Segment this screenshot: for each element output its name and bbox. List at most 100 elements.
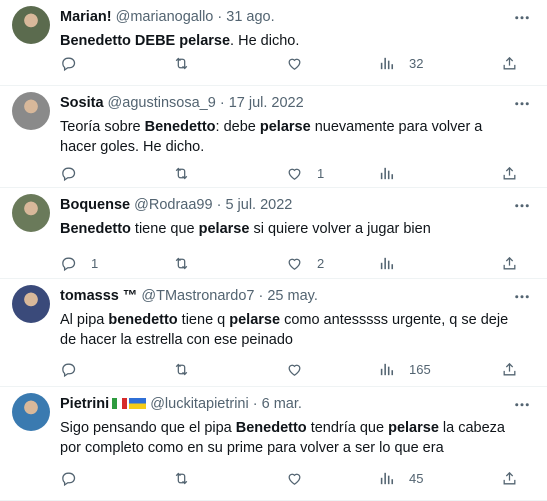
reply-button[interactable]	[60, 469, 91, 487]
separator-dot: ·	[252, 396, 258, 412]
like-icon	[286, 165, 303, 182]
views-count: 165	[409, 361, 431, 377]
retweet-icon	[173, 165, 190, 182]
tweet-date[interactable]: 6 mar.	[262, 396, 302, 412]
tweet-date[interactable]: 5 jul. 2022	[225, 197, 292, 213]
tweet-text-segment: pelarse	[229, 312, 281, 328]
reply-button[interactable]	[60, 54, 91, 72]
views-count: 45	[409, 470, 424, 486]
like-icon	[286, 255, 303, 272]
views-button[interactable]	[378, 164, 409, 182]
views-button[interactable]	[378, 254, 409, 272]
tweet-text-segment: si quiere volver a jugar bien	[249, 221, 431, 237]
views-button[interactable]: 32	[378, 54, 423, 72]
tweet-text-segment: tiene q	[177, 312, 230, 328]
avatar[interactable]	[12, 194, 50, 232]
share-button[interactable]	[501, 54, 518, 72]
author-name[interactable]: Pietrini	[60, 396, 109, 412]
share-icon	[501, 55, 518, 72]
tweet-text-segment: Benedetto	[235, 420, 307, 436]
like-icon	[286, 55, 303, 72]
views-icon	[378, 255, 395, 272]
more-icon[interactable]	[513, 395, 531, 409]
tweet[interactable]: Boquense @Rodraa99 · 5 jul. 2022 Benedett…	[0, 188, 547, 279]
author-handle[interactable]: @Rodraa99	[134, 197, 212, 213]
italy-flag-icon	[112, 396, 128, 409]
avatar[interactable]	[12, 285, 50, 323]
share-icon	[501, 470, 518, 487]
retweet-button[interactable]	[173, 360, 204, 378]
tweet-text-segment: tendría que	[306, 420, 389, 436]
tweet-text: Sigo pensando que el pipa Benedetto tend…	[60, 418, 520, 458]
retweet-button[interactable]	[173, 254, 204, 272]
tweet-date[interactable]: 31 ago.	[226, 9, 274, 25]
reply-icon	[60, 55, 77, 72]
views-button[interactable]: 165	[378, 360, 431, 378]
views-icon	[378, 470, 395, 487]
tweet[interactable]: Pietrini @luckitapietrini · 6 mar. Sigo p…	[0, 387, 547, 501]
tweet-header: Pietrini @luckitapietrini · 6 mar.	[60, 395, 302, 413]
author-name[interactable]: Sosita	[60, 95, 104, 111]
reply-button[interactable]: 1	[60, 254, 98, 272]
like-button[interactable]	[286, 54, 317, 72]
tweet-date[interactable]: 17 jul. 2022	[229, 95, 304, 111]
like-count: 2	[317, 255, 325, 271]
views-count: 32	[409, 55, 424, 71]
like-count: 1	[317, 165, 325, 181]
reply-icon	[60, 165, 77, 182]
views-icon	[378, 55, 395, 72]
avatar[interactable]	[12, 92, 50, 130]
share-button[interactable]	[501, 254, 518, 272]
tweet-text-segment: tiene que	[130, 221, 199, 237]
tweet[interactable]: Sosita @agustinsosa_9 · 17 jul. 2022 Teor…	[0, 86, 547, 188]
tweet-text-segment: pelarse	[179, 33, 231, 49]
retweet-button[interactable]	[173, 469, 204, 487]
reply-button[interactable]	[60, 164, 91, 182]
like-button[interactable]: 1	[286, 164, 324, 182]
tweet-text-segment: DEBE	[130, 33, 180, 49]
action-bar: 165	[60, 360, 530, 378]
tweet-header: Marian! @marianogallo · 31 ago.	[60, 8, 275, 26]
author-handle[interactable]: @TMastronardo7	[141, 288, 254, 304]
share-button[interactable]	[501, 360, 518, 378]
like-button[interactable]	[286, 360, 317, 378]
share-icon	[501, 165, 518, 182]
reply-button[interactable]	[60, 360, 91, 378]
tweet-header: Sosita @agustinsosa_9 · 17 jul. 2022	[60, 94, 304, 112]
views-icon	[378, 361, 395, 378]
author-handle[interactable]: @marianogallo	[116, 9, 214, 25]
views-icon	[378, 165, 395, 182]
tweet-date[interactable]: 25 may.	[267, 288, 318, 304]
tweet[interactable]: Marian! @marianogallo · 31 ago. Benedetto…	[0, 0, 547, 86]
tweet-text: Teoría sobre Benedetto: debe pelarse nue…	[60, 117, 520, 157]
more-icon[interactable]	[513, 94, 531, 108]
retweet-button[interactable]	[173, 54, 204, 72]
like-button[interactable]	[286, 469, 317, 487]
more-icon[interactable]	[513, 287, 531, 301]
more-icon[interactable]	[513, 196, 531, 210]
reply-icon	[60, 470, 77, 487]
views-button[interactable]: 45	[378, 469, 423, 487]
tweet-text-segment: pelarse	[259, 119, 311, 135]
share-button[interactable]	[501, 164, 518, 182]
more-icon[interactable]	[513, 8, 531, 22]
author-name[interactable]: Boquense	[60, 197, 130, 213]
author-name[interactable]: Marian!	[60, 9, 112, 25]
avatar[interactable]	[12, 393, 50, 431]
like-button[interactable]: 2	[286, 254, 324, 272]
tweet-text-segment: Benedetto	[60, 221, 131, 237]
share-button[interactable]	[501, 469, 518, 487]
author-handle[interactable]: @agustinsosa_9	[108, 95, 216, 111]
reply-icon	[60, 361, 77, 378]
retweet-button[interactable]	[173, 164, 204, 182]
tweet-text-segment: . He dicho.	[230, 33, 300, 49]
avatar[interactable]	[12, 6, 50, 44]
retweet-icon	[173, 55, 190, 72]
action-bar: 32	[60, 54, 530, 72]
author-name[interactable]: tomasss ™	[60, 288, 137, 304]
tweet[interactable]: tomasss ™ @TMastronardo7 · 25 may. Al pip…	[0, 279, 547, 387]
tweet-text-segment: pelarse	[388, 420, 439, 436]
separator-dot: ·	[216, 197, 222, 213]
author-handle[interactable]: @luckitapietrini	[150, 396, 249, 412]
separator-dot: ·	[219, 95, 225, 111]
